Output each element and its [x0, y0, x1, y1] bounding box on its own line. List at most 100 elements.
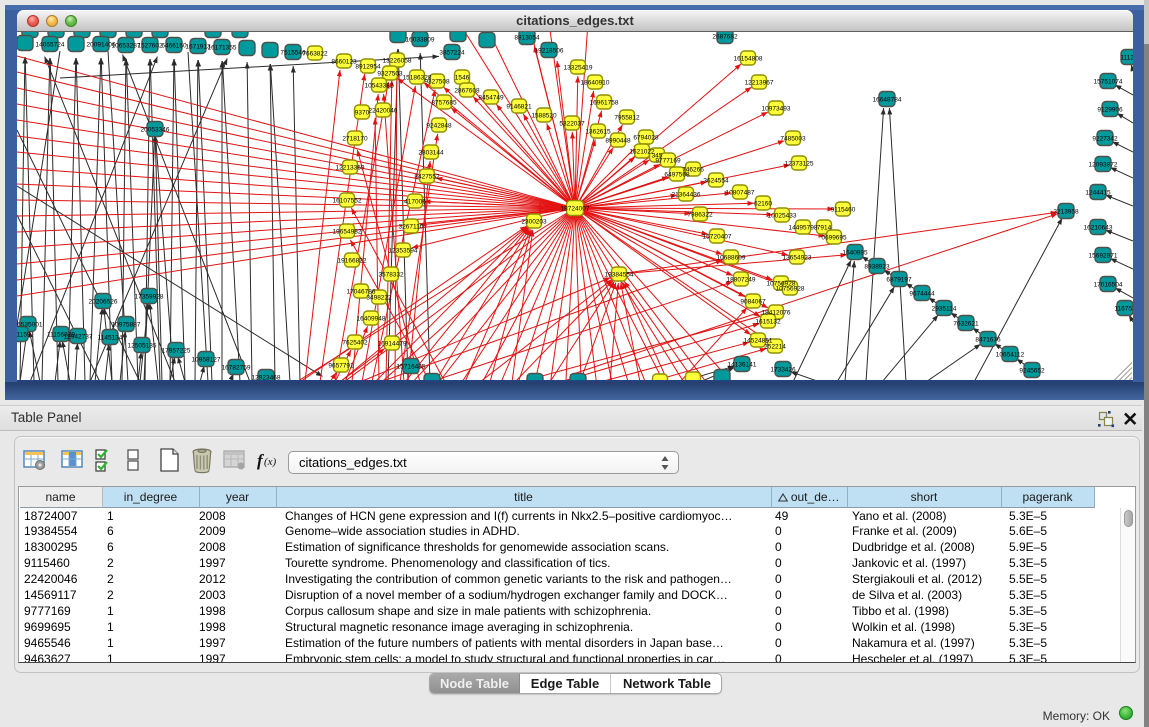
svg-text:21364436: 21364436: [672, 192, 701, 199]
svg-text:6497568: 6497568: [664, 172, 690, 179]
svg-text:1733426: 1733426: [770, 367, 796, 374]
svg-text:1145134: 1145134: [98, 335, 123, 342]
svg-text:16171355: 16171355: [208, 45, 237, 52]
svg-text:2935114: 2935114: [932, 306, 957, 313]
svg-text:8454749: 8454749: [478, 95, 504, 102]
svg-text:12093872: 12093872: [1089, 162, 1118, 169]
svg-text:8757685: 8757685: [431, 100, 457, 107]
svg-text:20206526: 20206526: [89, 299, 118, 306]
svg-text:7955812: 7955812: [614, 115, 640, 122]
svg-text:3578332: 3578332: [378, 272, 404, 279]
svg-text:9245652: 9245652: [1019, 368, 1045, 375]
svg-text:8912954: 8912954: [355, 64, 381, 71]
svg-text:19384554: 19384554: [605, 272, 634, 279]
svg-text:8427552: 8427552: [414, 174, 440, 181]
svg-text:3213958: 3213958: [1053, 209, 1079, 216]
svg-text:22420046: 22420046: [369, 108, 398, 115]
svg-text:7632621: 7632621: [953, 321, 979, 328]
svg-text:18640910: 18640910: [581, 80, 610, 87]
svg-text:8660123: 8660123: [331, 59, 357, 66]
svg-text:19654982: 19654982: [333, 229, 362, 236]
svg-text:9327508: 9327508: [424, 79, 450, 86]
svg-text:16782759: 16782759: [222, 365, 251, 372]
svg-text:19166822: 19166822: [338, 258, 367, 265]
svg-text:15716485: 15716485: [397, 364, 426, 371]
svg-text:2803144: 2803144: [418, 150, 444, 157]
svg-text:9242848: 9242848: [426, 123, 452, 130]
svg-text:9370: 9370: [355, 110, 370, 117]
svg-text:6879197: 6879197: [886, 277, 912, 284]
svg-text:15720407: 15720407: [703, 234, 732, 241]
svg-text:9327503: 9327503: [377, 71, 403, 78]
svg-text:8990448: 8990448: [605, 138, 631, 145]
svg-text:7663822: 7663822: [302, 51, 328, 58]
svg-text:18412076: 18412076: [762, 310, 791, 317]
svg-text:17016504: 17016504: [1094, 282, 1123, 289]
svg-text:16409948: 16409948: [357, 316, 386, 323]
svg-text:5322037: 5322037: [559, 121, 585, 128]
svg-text:8813054: 8813054: [514, 35, 540, 42]
svg-text:16154808: 16154808: [734, 56, 763, 63]
svg-text:13226058: 13226058: [383, 58, 412, 65]
svg-text:9084067: 9084067: [740, 299, 766, 306]
svg-text:3267110: 3267110: [399, 224, 424, 231]
svg-text:6466160: 6466160: [161, 43, 187, 50]
svg-text:(x): (x): [264, 456, 277, 468]
svg-text:19218506: 19218506: [535, 48, 564, 55]
svg-text:12505135: 12505135: [128, 343, 157, 350]
svg-text:12923468: 12923468: [252, 375, 281, 382]
svg-text:8471676: 8471676: [975, 337, 1001, 344]
svg-text:3857224: 3857224: [439, 50, 465, 57]
svg-text:1588520: 1588520: [531, 113, 557, 120]
svg-text:17359928: 17359928: [135, 294, 164, 301]
svg-text:12213967: 12213967: [745, 80, 774, 87]
svg-text:12942737: 12942737: [64, 334, 93, 341]
svg-text:9115460: 9115460: [831, 207, 856, 214]
svg-text:12373125: 12373125: [785, 161, 814, 168]
svg-text:14055724: 14055724: [36, 42, 65, 49]
svg-text:17957225: 17957225: [162, 348, 191, 355]
svg-text:16648784: 16648784: [873, 97, 902, 104]
svg-text:26535001: 26535001: [17, 322, 43, 329]
svg-text:13325419: 13325419: [564, 65, 593, 72]
svg-text:10973493: 10973493: [762, 106, 791, 113]
svg-text:15751074: 15751074: [1094, 79, 1123, 86]
svg-text:0699695: 0699695: [821, 235, 847, 242]
svg-text:10756928: 10756928: [776, 286, 805, 293]
svg-text:1615132: 1615132: [755, 319, 781, 326]
svg-text:10807487: 10807487: [726, 190, 755, 197]
svg-text:16107552: 16107552: [333, 198, 362, 205]
svg-text:9657791: 9657791: [328, 363, 354, 370]
svg-text:10654112: 10654112: [996, 352, 1025, 359]
svg-text:14495798: 14495798: [789, 225, 818, 232]
svg-text:991159: 991159: [17, 332, 31, 339]
svg-text:8938923: 8938923: [864, 264, 890, 271]
svg-text:14136141: 14136141: [728, 362, 757, 369]
svg-text:3498222: 3498222: [366, 295, 392, 302]
svg-text:9146821: 9146821: [506, 104, 532, 111]
svg-text:9227342: 9227342: [1092, 136, 1118, 143]
svg-text:1362615: 1362615: [585, 129, 611, 136]
svg-text:16914479: 16914479: [378, 341, 407, 348]
svg-text:20053346: 20053346: [141, 127, 170, 134]
svg-text:252214: 252214: [764, 344, 786, 351]
svg-text:7485003: 7485003: [780, 136, 806, 143]
svg-text:18724007: 18724007: [561, 206, 590, 213]
svg-text:2687682: 2687682: [712, 34, 738, 41]
svg-text:7914: 7914: [817, 225, 832, 232]
svg-text:10958127: 10958127: [192, 357, 221, 364]
svg-text:62160: 62160: [754, 201, 772, 208]
svg-text:1546: 1546: [455, 75, 470, 82]
svg-text:7625402: 7625402: [342, 340, 368, 347]
svg-text:13654923: 13654923: [783, 255, 812, 262]
svg-text:7986322: 7986322: [687, 212, 713, 219]
svg-text:6794028: 6794028: [633, 135, 659, 142]
svg-text:18807249: 18807249: [727, 277, 756, 284]
svg-text:10025433: 10025433: [768, 213, 797, 220]
svg-text:417006: 417006: [404, 199, 426, 206]
svg-text:1640995: 1640995: [842, 250, 868, 257]
svg-text:10543382: 10543382: [365, 83, 394, 90]
svg-text:12353594: 12353594: [389, 248, 418, 255]
svg-text:2300203: 2300203: [521, 219, 547, 226]
svg-text:9674444: 9674444: [909, 291, 935, 298]
